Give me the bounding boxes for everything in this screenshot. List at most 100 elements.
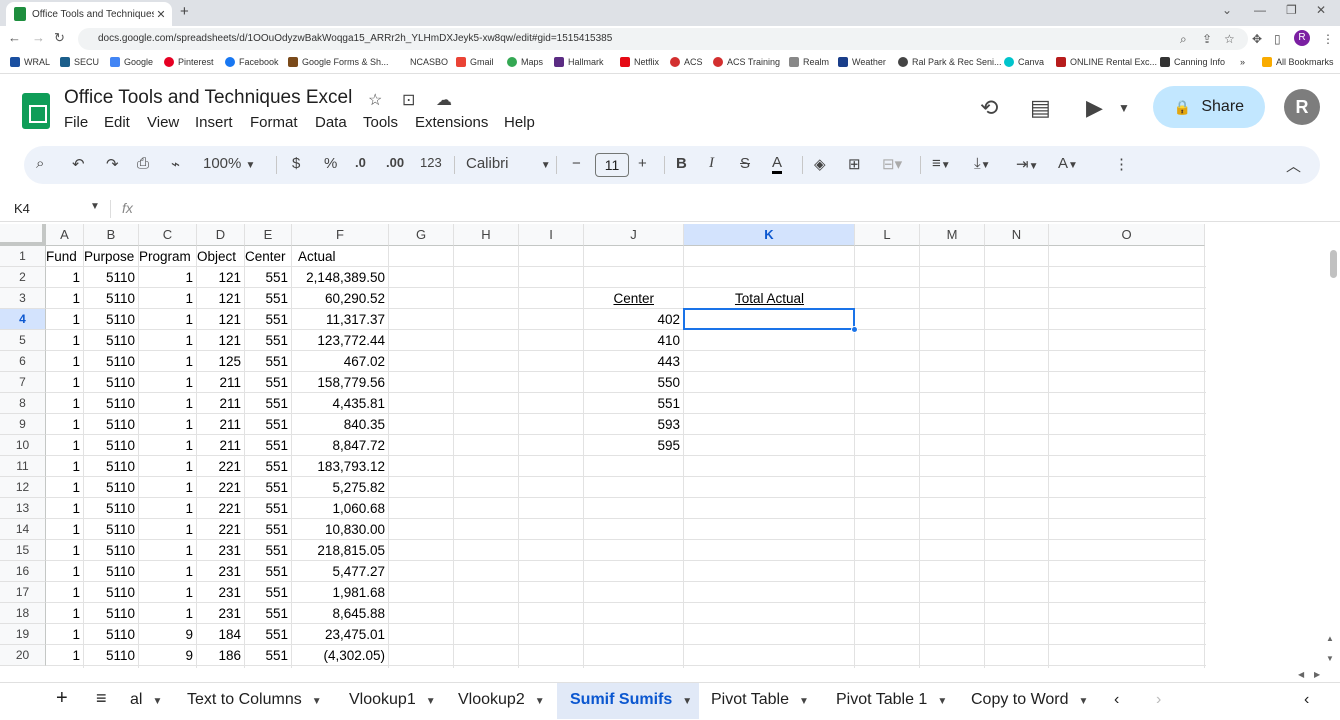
row-header-15[interactable]: 15 (0, 540, 46, 561)
center-value-cell[interactable]: 410 (584, 330, 684, 351)
sheet-tab-pivot-table[interactable]: Pivot Table ▼ (711, 691, 809, 709)
data-cell[interactable]: 1,060.68 (292, 498, 389, 519)
new-tab-icon[interactable]: + (180, 3, 189, 20)
data-cell[interactable]: 158,779.56 (292, 372, 389, 393)
text-rotation-icon[interactable]: A▼ (1058, 155, 1078, 172)
more-bookmarks-icon[interactable]: » (1240, 57, 1245, 67)
center-value-cell[interactable]: 443 (584, 351, 684, 372)
data-cell[interactable]: 1 (46, 561, 84, 582)
font-family-select[interactable]: Calibri ▼ (466, 155, 551, 172)
data-cell[interactable]: 1 (139, 351, 197, 372)
close-window-icon[interactable]: ✕ (1316, 3, 1326, 17)
browser-profile-avatar[interactable]: R (1294, 30, 1310, 46)
bookmark-item[interactable]: Pinterest (164, 57, 214, 67)
sheet-tab-vlookup1[interactable]: Vlookup1 ▼ (349, 691, 436, 709)
sheet-tab-vlookup2[interactable]: Vlookup2 ▼ (458, 691, 545, 709)
fill-handle[interactable] (851, 326, 858, 333)
menu-help[interactable]: Help (504, 114, 535, 131)
data-cell[interactable]: 1 (139, 288, 197, 309)
bookmark-item[interactable]: Hallmark (554, 57, 604, 67)
data-cell[interactable]: 551 (245, 330, 292, 351)
minimize-icon[interactable]: — (1254, 3, 1266, 17)
menu-tools[interactable]: Tools (363, 114, 398, 131)
merge-cells-icon[interactable]: ⊟▾ (882, 155, 902, 173)
data-cell[interactable]: 221 (197, 519, 245, 540)
scroll-down-icon[interactable]: ▼ (1326, 654, 1334, 663)
row-header-2[interactable]: 2 (0, 267, 46, 288)
data-cell[interactable]: 211 (197, 435, 245, 456)
borders-icon[interactable]: ⊞ (848, 155, 861, 173)
menu-insert[interactable]: Insert (195, 114, 233, 131)
bookmark-item[interactable]: Canning Info (1160, 57, 1225, 67)
row-header-8[interactable]: 8 (0, 393, 46, 414)
data-cell[interactable]: 186 (197, 645, 245, 666)
menu-file[interactable]: File (64, 114, 88, 131)
data-cell[interactable]: (4,302.05) (292, 645, 389, 666)
row-header-14[interactable]: 14 (0, 519, 46, 540)
data-cell[interactable]: 5110 (84, 309, 139, 330)
paint-format-icon[interactable]: ⌁ (171, 155, 180, 173)
column-header-e[interactable]: E (245, 224, 292, 246)
data-cell[interactable]: 221 (197, 498, 245, 519)
row-header-1[interactable]: 1 (0, 246, 46, 267)
share-page-icon[interactable]: ⇪ (1202, 32, 1212, 46)
row-header-11[interactable]: 11 (0, 456, 46, 477)
data-cell[interactable]: 5110 (84, 540, 139, 561)
star-icon[interactable]: ☆ (368, 90, 382, 110)
data-cell[interactable]: 5110 (84, 330, 139, 351)
text-wrapping-icon[interactable]: ⇥▼ (1016, 155, 1038, 173)
data-cell[interactable]: 121 (197, 288, 245, 309)
add-sheet-icon[interactable]: + (56, 687, 68, 710)
data-cell[interactable]: 5110 (84, 456, 139, 477)
row-header-9[interactable]: 9 (0, 414, 46, 435)
data-cell[interactable]: 551 (245, 603, 292, 624)
data-cell[interactable]: 231 (197, 561, 245, 582)
data-cell[interactable]: 1 (46, 540, 84, 561)
data-cell[interactable]: 551 (245, 267, 292, 288)
data-cell[interactable]: 1 (139, 414, 197, 435)
data-cell[interactable]: 183,793.12 (292, 456, 389, 477)
scroll-tabs-right-icon[interactable]: › (1156, 691, 1161, 709)
data-cell[interactable]: 551 (245, 393, 292, 414)
data-cell[interactable]: 1 (139, 372, 197, 393)
data-cell[interactable]: 1 (46, 624, 84, 645)
data-cell[interactable]: 551 (245, 372, 292, 393)
data-cell[interactable]: 1 (46, 498, 84, 519)
row-header-19[interactable]: 19 (0, 624, 46, 645)
data-cell[interactable]: 121 (197, 309, 245, 330)
center-value-cell[interactable]: 551 (584, 393, 684, 414)
vertical-scrollbar[interactable] (1330, 250, 1337, 278)
side-panel-icon[interactable]: ▯ (1274, 32, 1281, 46)
search-menus-icon[interactable]: ⌕ (36, 155, 44, 172)
data-cell[interactable]: 9 (139, 645, 197, 666)
data-cell[interactable]: 840.35 (292, 414, 389, 435)
data-cell[interactable]: 1 (46, 288, 84, 309)
column-header-j[interactable]: J (584, 224, 684, 246)
increase-font-size-icon[interactable]: + (638, 155, 647, 172)
bookmark-item[interactable]: NCASBO (410, 57, 448, 67)
bookmark-item[interactable]: ONLINE Rental Exc... (1056, 57, 1157, 67)
row-header-17[interactable]: 17 (0, 582, 46, 603)
active-cell-k4[interactable] (683, 308, 855, 330)
row-header-7[interactable]: 7 (0, 372, 46, 393)
data-cell[interactable]: 211 (197, 393, 245, 414)
comments-icon[interactable]: ▤ (1030, 95, 1051, 121)
bookmark-item[interactable]: ACS Training (713, 57, 780, 67)
data-cell[interactable]: 5110 (84, 561, 139, 582)
scroll-left-icon[interactable]: ◀ (1298, 670, 1304, 679)
sheet-tab-truncated[interactable]: al ▼ (130, 691, 162, 709)
data-cell[interactable]: 121 (197, 267, 245, 288)
row-header-3[interactable]: 3 (0, 288, 46, 309)
data-cell[interactable]: 551 (245, 435, 292, 456)
data-cell[interactable]: 551 (245, 414, 292, 435)
data-cell[interactable]: 125 (197, 351, 245, 372)
data-cell[interactable]: 551 (245, 456, 292, 477)
data-cell[interactable]: 231 (197, 603, 245, 624)
data-cell[interactable]: 1 (139, 603, 197, 624)
column-header-i[interactable]: I (519, 224, 584, 246)
row-header-4[interactable]: 4 (0, 309, 46, 330)
data-cell[interactable]: 8,847.72 (292, 435, 389, 456)
data-cell[interactable]: 11,317.37 (292, 309, 389, 330)
bookmark-item[interactable]: ACS (670, 57, 703, 67)
center-value-cell[interactable]: 402 (584, 309, 684, 330)
